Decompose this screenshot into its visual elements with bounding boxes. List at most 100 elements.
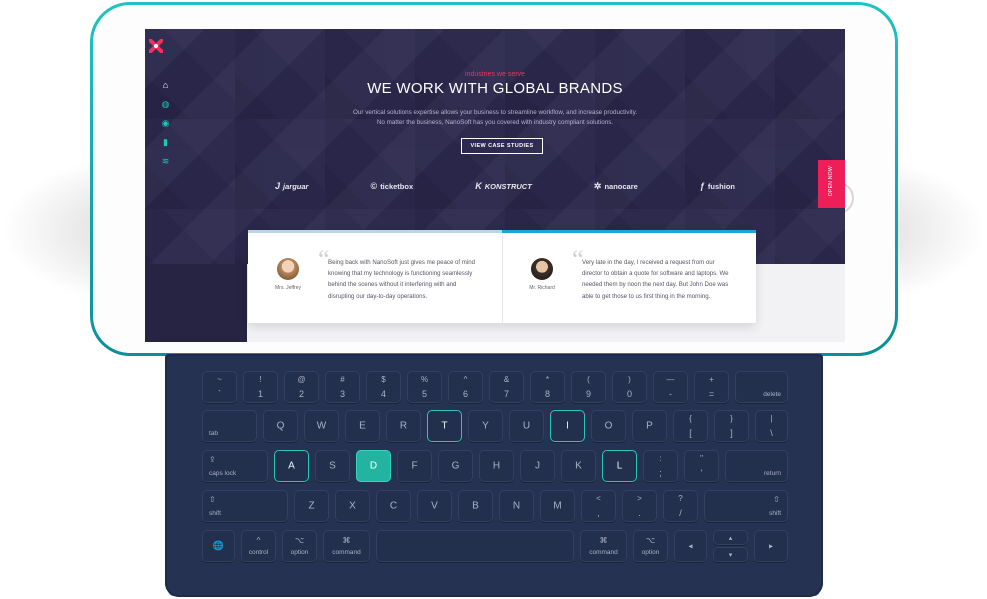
konstruct-logo-icon: K [475, 181, 482, 191]
key-space[interactable] [376, 530, 574, 562]
key-c[interactable]: C [376, 490, 411, 522]
key-q[interactable]: Q [263, 410, 298, 442]
key-top-label: " [700, 454, 703, 463]
key-bottom-label: 8 [544, 389, 550, 399]
brand-konstruct: K KONSTRUCT [475, 181, 532, 191]
key-8[interactable]: * 8 [530, 371, 565, 403]
key-o[interactable]: O [591, 410, 626, 442]
key-label: Q [276, 420, 285, 432]
key-delete[interactable]: delete [735, 371, 788, 403]
key-i[interactable]: I [550, 410, 585, 442]
key-3[interactable]: #3 [325, 371, 360, 403]
key-b[interactable]: B [458, 490, 493, 522]
key-label: C [389, 500, 398, 512]
key-return[interactable]: return [725, 450, 788, 482]
key-label: J [535, 460, 540, 472]
key-r[interactable]: R [386, 410, 421, 442]
key-label: command [589, 549, 618, 556]
key-g[interactable]: G [438, 450, 473, 482]
key-control[interactable]: ^ control [241, 530, 276, 562]
key-arrow-up[interactable]: ▴ [713, 530, 748, 545]
key-u[interactable]: U [509, 410, 544, 442]
key-label: A [288, 460, 295, 472]
nanocare-logo-icon: ✲ [593, 180, 602, 191]
key-k[interactable]: K [561, 450, 596, 482]
key-0[interactable]: ) 0 [612, 371, 647, 403]
book-icon[interactable]: ▮ [161, 138, 170, 147]
key-1[interactable]: ! 1 [243, 371, 278, 403]
key-label: H [492, 460, 501, 472]
key-h[interactable]: H [479, 450, 514, 482]
key-z[interactable]: Z [294, 490, 329, 522]
layers-icon[interactable]: ≋ [161, 157, 170, 166]
key-right-command[interactable]: ⌘ command [580, 530, 627, 562]
key-semicolon[interactable]: :; [643, 450, 678, 482]
key-e[interactable]: E [345, 410, 380, 442]
key-w[interactable]: W [304, 410, 339, 442]
key-6[interactable]: ^ 6 [448, 371, 483, 403]
key-top-label: : [659, 454, 662, 463]
key-open-bracket[interactable]: {[ [673, 410, 708, 442]
open-now-tab[interactable]: OPEN NOW [818, 160, 845, 208]
key-d[interactable]: D [356, 450, 391, 482]
key-label: I [566, 420, 569, 432]
key-j[interactable]: J [520, 450, 555, 482]
key-top-label: ? [678, 494, 683, 503]
key-left-shift[interactable]: ⇧ shift [202, 490, 288, 522]
key-bottom-label: / [679, 508, 682, 518]
key-backtick[interactable]: ~ ` [202, 371, 237, 403]
key-top-label: > [637, 494, 642, 503]
key-right-shift[interactable]: ⇧ shift [704, 490, 788, 522]
key-m[interactable]: M [540, 490, 575, 522]
tablet-screen: ⌂ ◍ ◉ ▮ ≋ industries we serve WE WORK WI… [145, 29, 845, 342]
key-backslash[interactable]: | \ [755, 410, 788, 442]
key-minus[interactable]: — - [653, 371, 688, 403]
key-top-label: ! [259, 375, 262, 384]
key-globe[interactable]: 🌐 [202, 530, 235, 562]
key-label: Z [308, 500, 315, 512]
open-now-label: OPEN NOW [828, 166, 834, 197]
brand-name: KONSTRUCT [484, 181, 532, 191]
key-arrow-right[interactable]: ▸ [754, 530, 788, 562]
key-f[interactable]: F [397, 450, 432, 482]
command-icon: ⌘ [599, 536, 608, 545]
key-l[interactable]: L [602, 450, 637, 482]
key-right-option[interactable]: ⌥ option [633, 530, 668, 562]
key-top-label: ) [628, 375, 631, 384]
key-bottom-label: \ [770, 428, 773, 438]
key-bottom-label: 1 [257, 389, 263, 399]
key-x[interactable]: X [335, 490, 370, 522]
key-caps-lock[interactable]: ⇪ caps lock [202, 450, 268, 482]
site-logo-icon[interactable] [149, 39, 163, 53]
key-t[interactable]: T [427, 410, 462, 442]
key-left-command[interactable]: ⌘ command [323, 530, 370, 562]
key-left-option[interactable]: ⌥ option [282, 530, 317, 562]
key-a[interactable]: A [274, 450, 309, 482]
key-arrow-left[interactable]: ◂ [674, 530, 707, 562]
key-n[interactable]: N [499, 490, 534, 522]
key-top-label: % [420, 375, 429, 384]
key-p[interactable]: P [632, 410, 667, 442]
key-quote[interactable]: " ' [684, 450, 719, 482]
key-tab[interactable]: tab [202, 410, 257, 442]
key-9[interactable]: (9 [571, 371, 606, 403]
key-2[interactable]: @2 [284, 371, 319, 403]
key-period[interactable]: >. [622, 490, 657, 522]
key-arrow-down[interactable]: ▾ [713, 547, 748, 562]
key-slash[interactable]: ? / [663, 490, 698, 522]
section-headline: WE WORK WITH GLOBAL BRANDS [367, 80, 623, 97]
key-v[interactable]: V [417, 490, 452, 522]
key-s[interactable]: S [315, 450, 350, 482]
key-equals[interactable]: + = [694, 371, 729, 403]
key-comma[interactable]: <, [581, 490, 616, 522]
testimonial-quote: Very late in the day, I received a reque… [582, 259, 729, 300]
key-4[interactable]: $4 [366, 371, 401, 403]
key-5[interactable]: % 5 [407, 371, 442, 403]
key-7[interactable]: & 7 [489, 371, 524, 403]
key-top-label: } [730, 414, 733, 423]
key-close-bracket[interactable]: }] [714, 410, 749, 442]
key-y[interactable]: Y [468, 410, 503, 442]
view-case-studies-button[interactable]: VIEW CASE STUDIES [461, 138, 543, 154]
key-bottom-label: - [669, 389, 672, 399]
key-label: O [604, 420, 613, 432]
